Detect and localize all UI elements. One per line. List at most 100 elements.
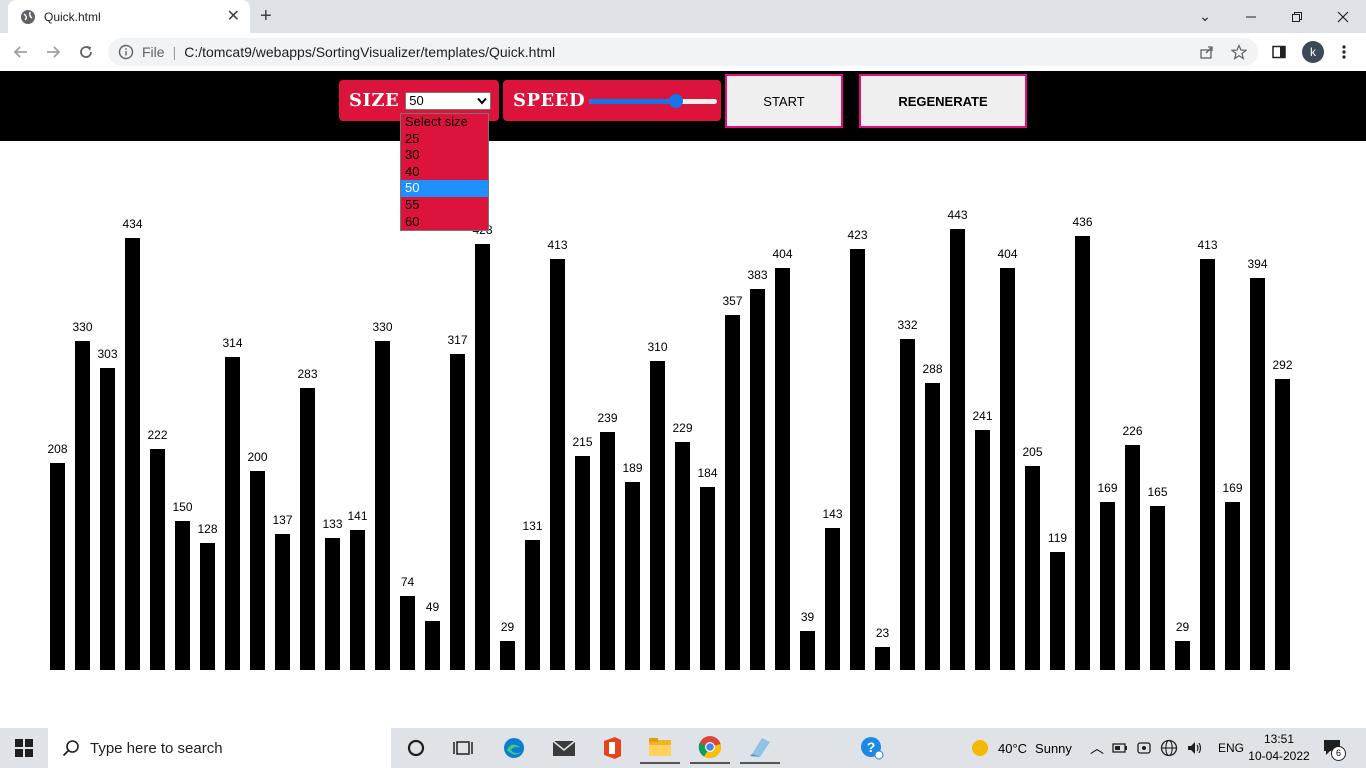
bar [175, 520, 190, 670]
bar [50, 462, 65, 670]
bar [1225, 501, 1240, 670]
size-option[interactable]: 25 [401, 131, 488, 148]
new-tab-button[interactable]: + [260, 6, 272, 26]
bar-value-label: 205 [1022, 444, 1043, 459]
start-button[interactable]: START [725, 74, 843, 128]
mail-icon[interactable] [544, 732, 584, 764]
weather-widget[interactable]: 40°C Sunny [970, 728, 1072, 768]
address-bar[interactable]: File | C:/tomcat9/webapps/SortingVisuali… [108, 38, 1258, 66]
forward-arrow-icon[interactable] [42, 41, 64, 63]
size-select[interactable]: 50 [405, 91, 492, 110]
size-label: SIZE [349, 90, 400, 111]
show-hidden-icons-chevron-icon[interactable]: ︿ [1090, 738, 1104, 758]
speed-label: SPEED [513, 90, 586, 111]
bar-value-label: 184 [697, 465, 718, 480]
reload-icon[interactable] [75, 41, 97, 63]
notification-center-icon[interactable]: 6 [1322, 738, 1346, 761]
meet-now-icon[interactable] [1136, 740, 1152, 756]
volume-icon[interactable] [1186, 740, 1204, 756]
bar [1275, 379, 1290, 670]
bar [1125, 445, 1140, 670]
share-icon[interactable] [1198, 38, 1216, 66]
help-icon[interactable]: ? [852, 732, 892, 764]
back-arrow-icon[interactable] [10, 41, 32, 63]
chrome-icon[interactable] [690, 732, 730, 764]
language-indicator[interactable]: ENG [1218, 741, 1244, 755]
bar-value-label: 332 [897, 318, 918, 333]
bar-value-label: 141 [347, 508, 368, 523]
tab-close-icon[interactable]: ✕ [227, 8, 240, 25]
bar [525, 539, 540, 670]
bar-value-label: 292 [1272, 358, 1293, 373]
file-explorer-icon[interactable] [640, 732, 680, 764]
regenerate-button[interactable]: REGENERATE [859, 74, 1027, 128]
bar [1175, 641, 1190, 670]
size-option[interactable]: 60 [401, 214, 488, 231]
bar-value-label: 241 [972, 409, 993, 424]
size-option[interactable]: Select size [401, 114, 488, 131]
info-icon[interactable] [118, 44, 134, 60]
size-option[interactable]: 50 [401, 180, 488, 197]
weather-temp: 40°C [998, 740, 1028, 756]
bar [900, 339, 915, 670]
network-globe-icon[interactable] [1160, 739, 1178, 757]
task-view-icon[interactable] [443, 732, 483, 764]
bar [475, 243, 490, 670]
bar-value-label: 165 [1147, 484, 1168, 499]
bar [1150, 505, 1165, 670]
bar-value-label: 29 [500, 620, 515, 635]
bar [550, 258, 565, 670]
edge-browser-icon[interactable] [494, 732, 534, 764]
minimize-icon[interactable] [1228, 0, 1274, 33]
browser-tab[interactable]: Quick.html ✕ [8, 0, 250, 33]
taskbar: Type here to search ? 40°C Sunny ︿ ENG 1… [0, 728, 1366, 768]
bar [625, 481, 640, 670]
browser-toolbar: File | C:/tomcat9/webapps/SortingVisuali… [0, 33, 1366, 72]
windows-start-icon[interactable] [0, 728, 48, 768]
speed-slider[interactable] [589, 93, 718, 108]
globe-icon [21, 9, 35, 24]
bar [450, 354, 465, 670]
bar [1050, 551, 1065, 670]
taskbar-search-box[interactable]: Type here to search [48, 728, 391, 768]
cortana-icon[interactable] [396, 732, 436, 764]
bar-value-label: 143 [822, 506, 843, 521]
close-window-icon[interactable] [1320, 0, 1366, 33]
speed-slider-thumb[interactable] [668, 93, 683, 108]
bar [925, 383, 940, 670]
office-icon[interactable] [592, 732, 632, 764]
taskbar-clock[interactable]: 13:51 10-04-2022 [1248, 731, 1310, 765]
bars-chart: 208 330 303 434 222 150 128 314 200 137 283 133 141 3… [0, 141, 1366, 728]
size-option[interactable]: 55 [401, 197, 488, 214]
bar [975, 430, 990, 670]
restore-icon[interactable] [1274, 0, 1320, 33]
more-menu-icon[interactable] [1333, 41, 1355, 63]
controls-header: SIZE 50 SPEED START REGENERATE [0, 71, 1366, 141]
bar-value-label: 215 [572, 434, 593, 449]
bar [850, 248, 865, 670]
tab-search-chevron-icon[interactable]: ⌄ [1182, 0, 1228, 33]
bar [275, 533, 290, 670]
bar-value-label: 200 [247, 449, 268, 464]
bar-value-label: 229 [672, 421, 693, 436]
size-dropdown-list[interactable]: Select size 25 30 40 50 55 60 [400, 113, 489, 231]
profile-avatar[interactable]: k [1302, 41, 1324, 63]
side-panel-icon[interactable] [1268, 41, 1290, 63]
bar [1000, 267, 1015, 670]
bar-value-label: 330 [372, 320, 393, 335]
bar-value-label: 404 [772, 246, 793, 261]
bar [500, 641, 515, 670]
speed-control: SPEED [503, 80, 721, 121]
bar-value-label: 383 [747, 267, 768, 282]
battery-icon[interactable] [1112, 742, 1128, 754]
bar-value-label: 310 [647, 340, 668, 355]
bar-value-label: 423 [847, 227, 868, 242]
size-option[interactable]: 30 [401, 147, 488, 164]
notepad-app-icon[interactable] [740, 732, 780, 764]
search-icon [62, 740, 79, 757]
size-option[interactable]: 40 [401, 164, 488, 181]
bar [350, 529, 365, 670]
bar [375, 341, 390, 670]
bookmark-star-icon[interactable] [1230, 38, 1248, 66]
notification-count: 6 [1331, 746, 1346, 761]
